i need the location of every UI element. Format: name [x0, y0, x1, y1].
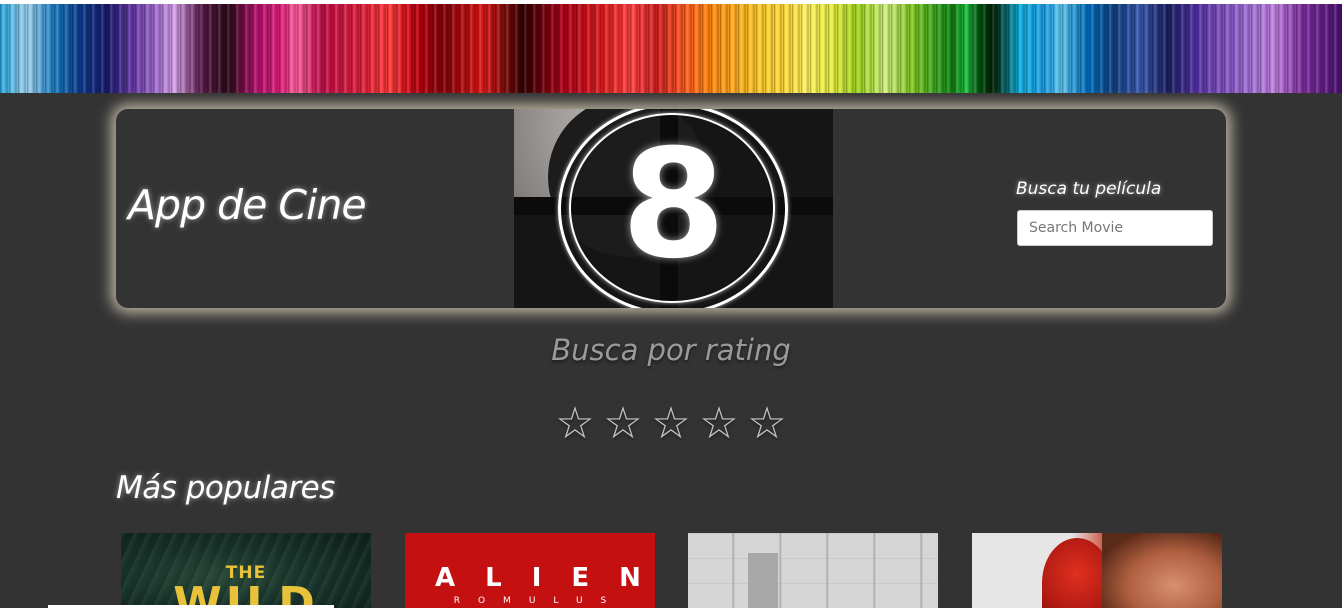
star-icon-2[interactable]: ☆: [599, 398, 647, 450]
app-title: App de Cine: [128, 181, 367, 229]
star-icon-5[interactable]: ☆: [743, 398, 791, 450]
rating-heading: Busca por rating: [551, 333, 791, 367]
movie-poster-3[interactable]: [688, 533, 938, 608]
poster-title: WILD: [173, 578, 319, 608]
rating-stars: ☆ ☆ ☆ ☆ ☆: [0, 398, 1342, 450]
star-icon-1[interactable]: ☆: [551, 398, 599, 450]
star-icon-3[interactable]: ☆: [647, 398, 695, 450]
film-countdown-icon: 8: [514, 109, 833, 308]
movie-poster-2[interactable]: ALIEN ROMULUS: [405, 533, 655, 608]
popular-heading: Más populares: [116, 470, 335, 506]
movie-poster-4[interactable]: [972, 533, 1222, 608]
star-icon-4[interactable]: ☆: [695, 398, 743, 450]
poster-title: ALIEN: [435, 563, 655, 593]
countdown-numeral: 8: [621, 118, 726, 292]
search-label: Busca tu película: [1016, 179, 1162, 199]
movie-poster-1[interactable]: THE WILD: [121, 533, 371, 608]
app-header: App de Cine 8 Busca tu película: [116, 109, 1226, 308]
rainbow-banner: [0, 0, 1342, 93]
search-input[interactable]: [1017, 210, 1213, 246]
top-edge: [0, 0, 1342, 4]
poster-subtitle: ROMULUS: [453, 596, 625, 606]
